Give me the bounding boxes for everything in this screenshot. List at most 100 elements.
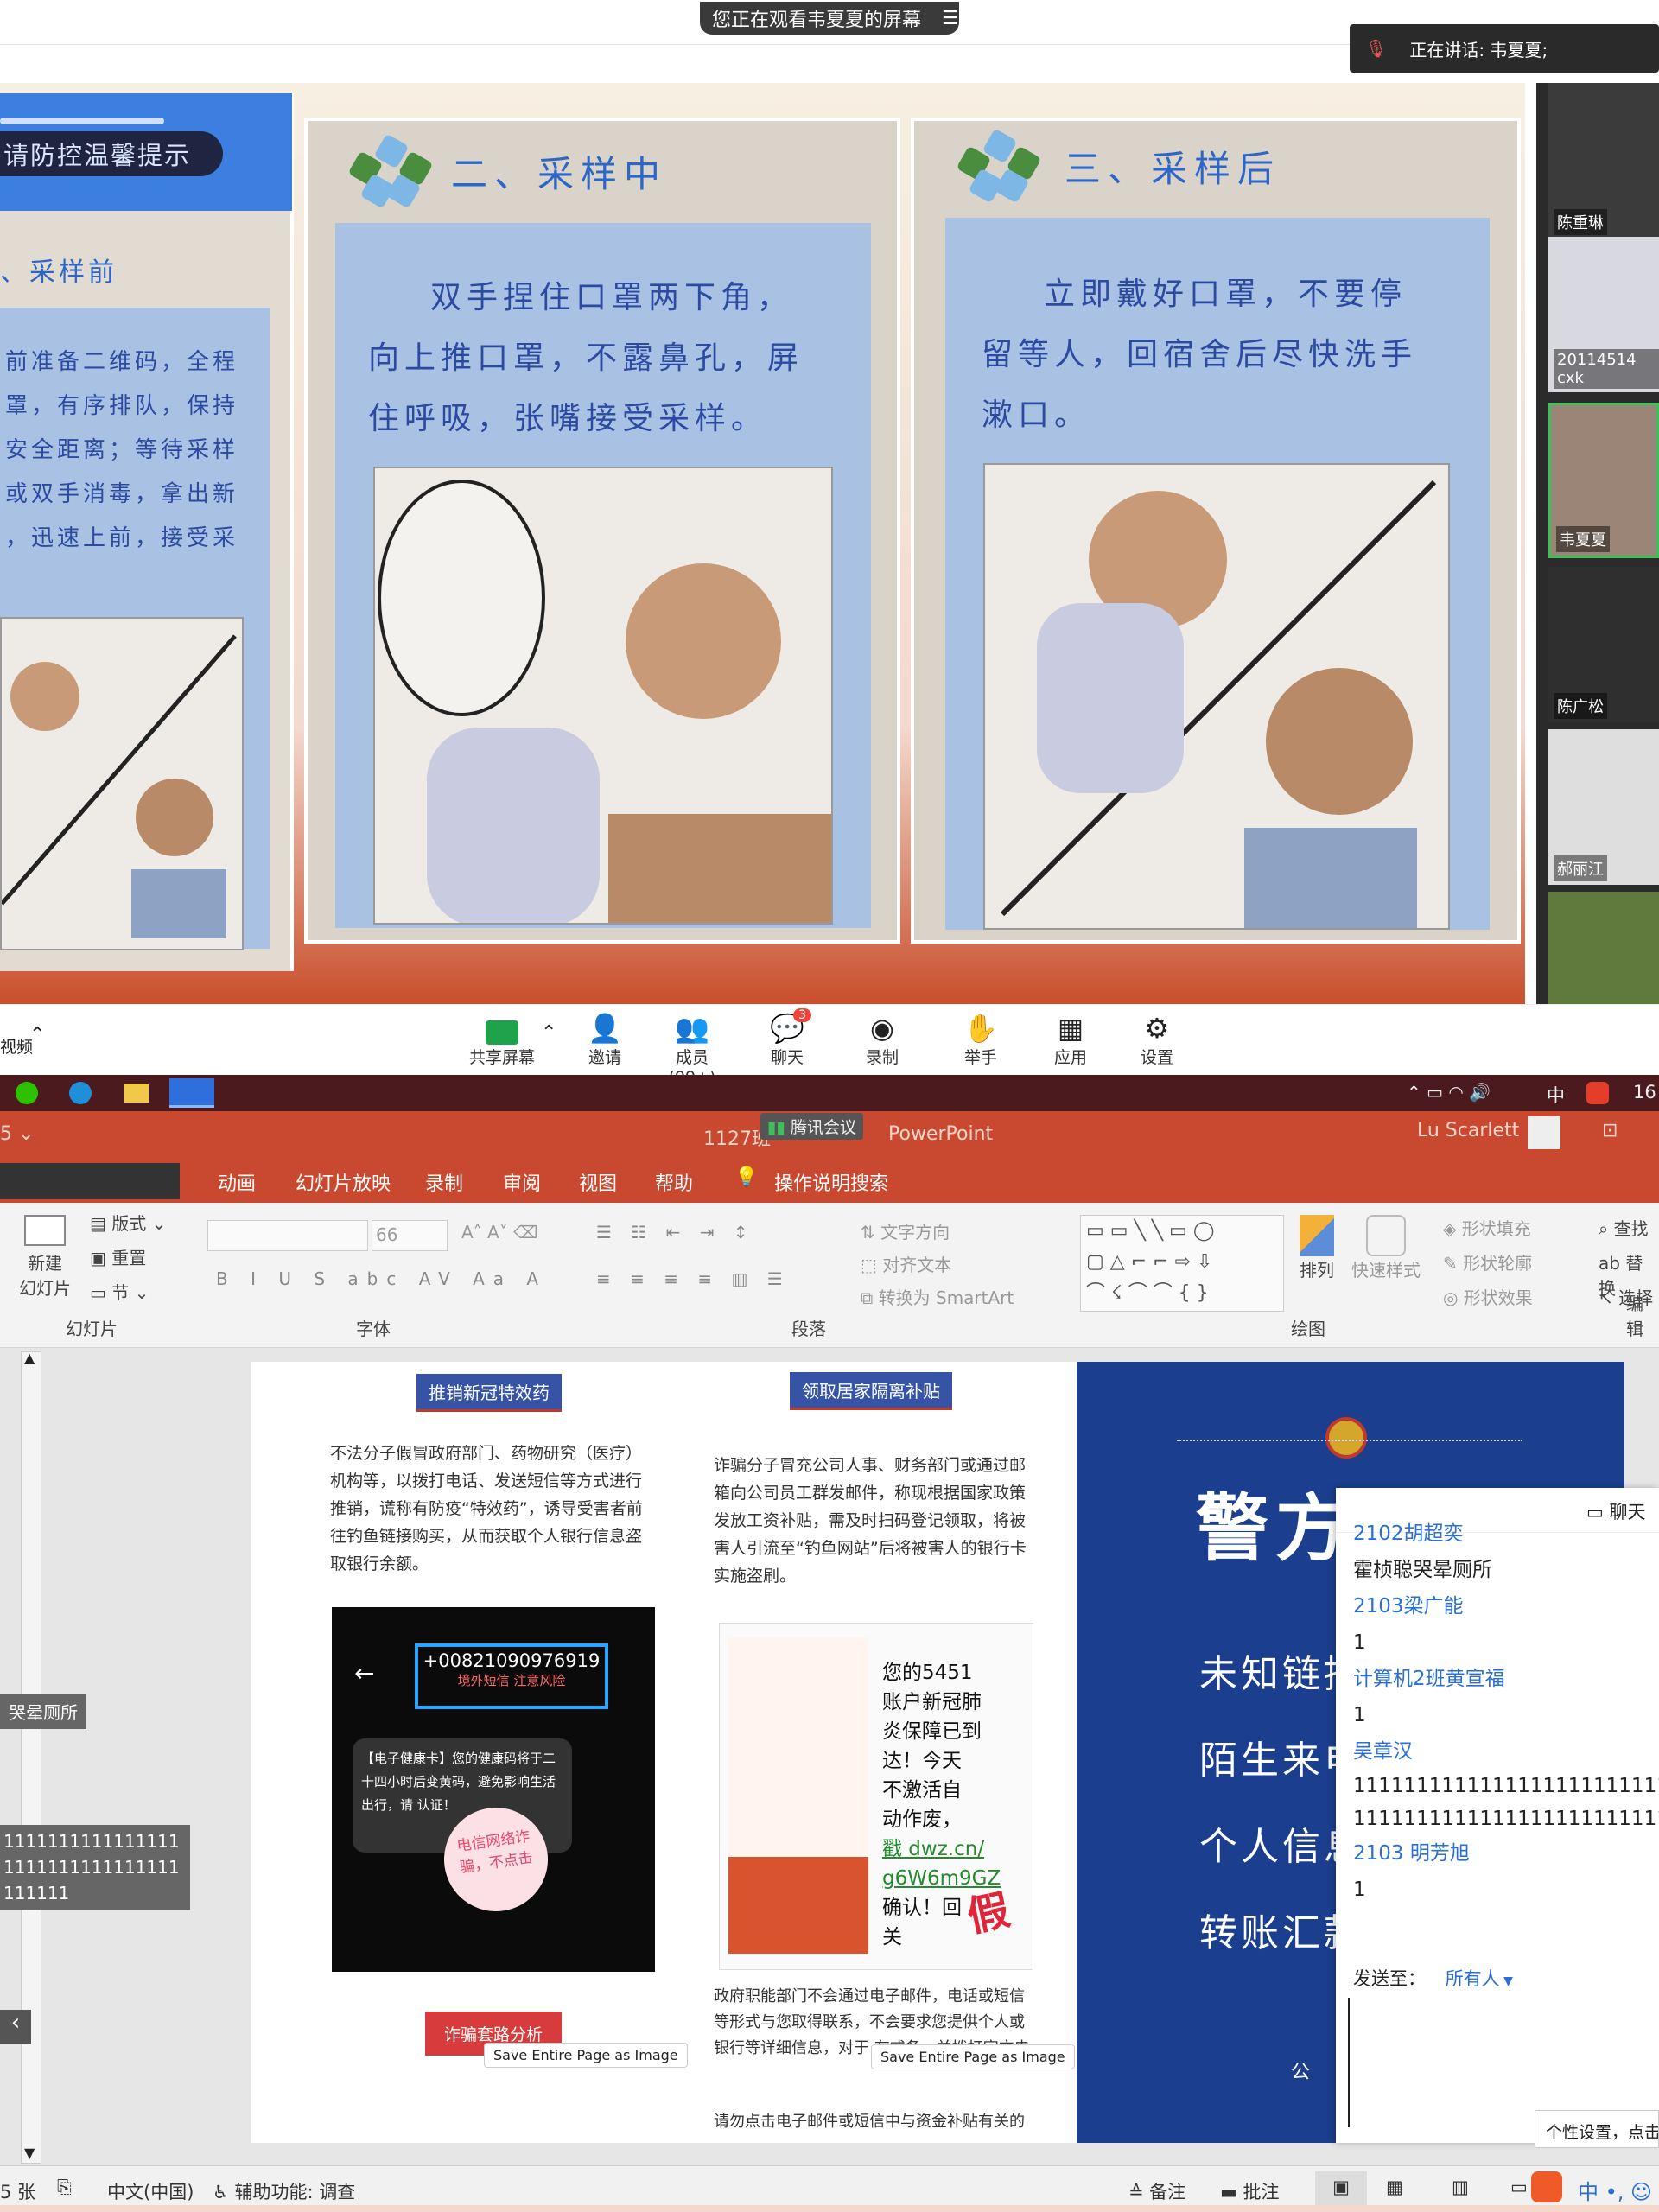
- settings-button[interactable]: ⚙ 设置: [1118, 1005, 1196, 1076]
- share-screen-button[interactable]: 共享屏幕: [463, 1005, 541, 1076]
- illustration-during: [373, 467, 833, 925]
- replace-icon: ab: [1599, 1253, 1626, 1274]
- tell-me-search[interactable]: 操作说明搜索: [774, 1168, 888, 1196]
- save-page-button[interactable]: Save Entire Page as Image: [484, 2043, 688, 2068]
- apps-button[interactable]: ▦ 应用: [1032, 1005, 1109, 1076]
- font-size-box[interactable]: 66: [372, 1220, 448, 1251]
- align-icons[interactable]: ≡ ≡ ≡ ≡ ▥ ☰: [596, 1268, 790, 1289]
- user-name[interactable]: Lu Scarlett: [1417, 1120, 1519, 1141]
- raise-hand-button[interactable]: ✋ 举手: [942, 1005, 1020, 1076]
- record-button[interactable]: ◉ 录制: [843, 1005, 921, 1076]
- sogou-ime-icon[interactable]: [1531, 2171, 1562, 2202]
- screen-share-notice[interactable]: 您正在观看韦夏夏的屏幕 ☰: [700, 2, 959, 35]
- tab-review[interactable]: 审阅: [503, 1168, 541, 1196]
- illustration-after: [983, 463, 1450, 930]
- chat-button[interactable]: 💬 聊天 3: [748, 1005, 826, 1076]
- text-direction-button[interactable]: ⇅ 文字方向: [861, 1218, 950, 1243]
- chat-input[interactable]: [1348, 1998, 1650, 2127]
- slideshow-view-icon[interactable]: ▭: [1510, 2177, 1528, 2197]
- members-button[interactable]: 👥成员(99+): [653, 1005, 731, 1087]
- tab-help[interactable]: 帮助: [655, 1168, 693, 1196]
- panel-collapse-chevron-icon[interactable]: ‹: [0, 2010, 31, 2044]
- meeting-app-icon[interactable]: [169, 1078, 214, 1108]
- sms-screenshot: 您的5451 账户新冠肺 炎保障已到 达！今天 不激活自 动作废，戳 dwz.cn/g6W…: [719, 1623, 1033, 1970]
- share-options-chevron-icon[interactable]: ⌃: [541, 1022, 556, 1044]
- reading-view-icon[interactable]: ▥: [1452, 2177, 1469, 2197]
- meeting-toolbar: 视频 ⌃ 共享屏幕 ⌃ 👤邀请 👥成员(99+) 💬聊天3 ◉录制 ✋举手 ▦应…: [0, 1004, 1659, 1087]
- reset-button[interactable]: ▣ 重置: [90, 1244, 146, 1269]
- section-button[interactable]: ▭ 节 ⌄: [90, 1279, 149, 1304]
- arrange-button[interactable]: 排列: [1300, 1215, 1334, 1281]
- chat-badge: 3: [793, 1008, 811, 1022]
- shape-effects-button[interactable]: ◎ 形状效果: [1443, 1284, 1533, 1309]
- notice-menu-icon[interactable]: ☰: [942, 8, 959, 29]
- shapes-gallery[interactable]: ▭ ▭ ╲ ╲ ▭ ◯ ▢ △ ⌐ ⌐ ⇨ ⇩ ⌒ ☇ ⌒ ⌒ { }: [1080, 1215, 1284, 1312]
- font-name-box[interactable]: [207, 1220, 368, 1251]
- tab-animations[interactable]: 动画: [218, 1168, 256, 1196]
- police-badge-icon: [1325, 1417, 1367, 1459]
- notes-button[interactable]: ≙ 备注: [1128, 2178, 1185, 2204]
- sogou-icon[interactable]: [1586, 1082, 1609, 1104]
- ime-mode[interactable]: 中 •, ☺: [1578, 2175, 1652, 2205]
- chat-sender: 2103梁广能: [1353, 1595, 1464, 1618]
- align-text-button[interactable]: ⬚ 对齐文本: [861, 1251, 951, 1276]
- video-toggle[interactable]: 视频: [0, 1034, 33, 1058]
- spellcheck-icon[interactable]: ⎘: [57, 2177, 72, 2198]
- chat-message: 霍桢聪哭晕厕所: [1353, 1559, 1492, 1581]
- dropdown-arrow-icon[interactable]: ▼: [1500, 1974, 1513, 1988]
- save-page-button-2[interactable]: Save Entire Page as Image: [871, 2044, 1075, 2069]
- participant-tile[interactable]: 陈广松: [1548, 567, 1659, 722]
- subsidy-poster: [728, 1637, 868, 1954]
- shape-outline-button[interactable]: ✎ 形状轮廓: [1443, 1249, 1532, 1274]
- ime-indicator[interactable]: 中: [1547, 1082, 1565, 1108]
- tencent-meeting-badge[interactable]: ▮▮ 腾讯会议: [760, 1113, 863, 1140]
- smartart-button[interactable]: ⧉ 转换为 SmartArt: [861, 1284, 1014, 1309]
- recipient-select[interactable]: 所有人: [1446, 1968, 1500, 1989]
- accessibility-status[interactable]: ♿ 辅助功能: 调查: [213, 2178, 355, 2204]
- back-arrow-icon: ←: [354, 1659, 375, 1688]
- invite-button[interactable]: 👤 邀请: [566, 1005, 644, 1076]
- scroll-down-arrow-icon[interactable]: ▼: [24, 2145, 35, 2161]
- hex-logo-icon-2: [956, 128, 1042, 204]
- participant-tile[interactable]: 郝丽江: [1548, 729, 1659, 885]
- tab-view[interactable]: 视图: [579, 1168, 617, 1196]
- raise-hand-icon: ✋: [963, 1012, 998, 1045]
- tab-record[interactable]: 录制: [425, 1168, 463, 1196]
- tray-icons[interactable]: ⌃ ▭ ◠ 🔊: [1407, 1082, 1491, 1103]
- comments-button[interactable]: ▬ 批注: [1220, 2178, 1280, 2204]
- font-grow-shrink-icons[interactable]: A˄ A˅ ⌫: [461, 1222, 537, 1243]
- new-slide-button[interactable]: 新建 幻灯片: [19, 1215, 71, 1300]
- participant-tile[interactable]: 陈重琳: [1548, 83, 1659, 238]
- scroll-up-arrow-icon[interactable]: ▲: [24, 1350, 35, 1366]
- edge-icon[interactable]: [69, 1082, 92, 1104]
- participant-tile-active[interactable]: 韦夏夏: [1548, 403, 1659, 558]
- folder-icon[interactable]: [124, 1084, 149, 1103]
- wechat-icon[interactable]: [16, 1082, 38, 1104]
- chat-message: 1: [1353, 1878, 1366, 1901]
- undo-icon[interactable]: 5 ⌄: [0, 1123, 34, 1145]
- app-name: PowerPoint: [888, 1123, 994, 1145]
- participant-tile[interactable]: 20114514 cxk: [1548, 237, 1659, 392]
- shape-fill-button[interactable]: ◈ 形状填充: [1443, 1215, 1531, 1240]
- normal-view-icon[interactable]: ▣: [1315, 2171, 1367, 2206]
- windows-taskbar: ⌃ ▭ ◠ 🔊 中 16: [0, 1075, 1659, 1111]
- new-slide-icon: [24, 1215, 66, 1246]
- layout-button[interactable]: ▤ 版式 ⌄: [90, 1210, 166, 1235]
- language-indicator[interactable]: 中文(中国): [107, 2178, 194, 2204]
- quick-styles-button[interactable]: 快速样式: [1351, 1215, 1421, 1281]
- danmaku-note: 哭晕厕所: [0, 1694, 86, 1729]
- chevron-up-icon[interactable]: ⌃: [29, 1024, 45, 1046]
- avatar[interactable]: [1528, 1116, 1560, 1149]
- illustration-before: [0, 617, 244, 950]
- find-button[interactable]: ⌕ 查找: [1599, 1215, 1649, 1240]
- participant-tile[interactable]: [1548, 892, 1659, 1004]
- list-icons[interactable]: ☰ ☷ ⇤ ⇥ ↕: [596, 1222, 755, 1243]
- cartoon-before-drawing: [2, 634, 237, 938]
- font-format-icons[interactable]: B I U S abc AV Aa A: [216, 1268, 547, 1289]
- during-title: 二、采样中: [451, 153, 668, 195]
- ribbon-display-icon[interactable]: ⊡: [1602, 1120, 1618, 1141]
- personal-settings-tip[interactable]: 个性设置，点击: [1535, 2110, 1659, 2148]
- tab-slideshow[interactable]: 幻灯片放映: [296, 1168, 391, 1196]
- slide-sorter-icon[interactable]: ▦: [1386, 2177, 1403, 2197]
- speaking-indicator: 🎙 正在讲话: 韦夏夏;: [1350, 24, 1659, 73]
